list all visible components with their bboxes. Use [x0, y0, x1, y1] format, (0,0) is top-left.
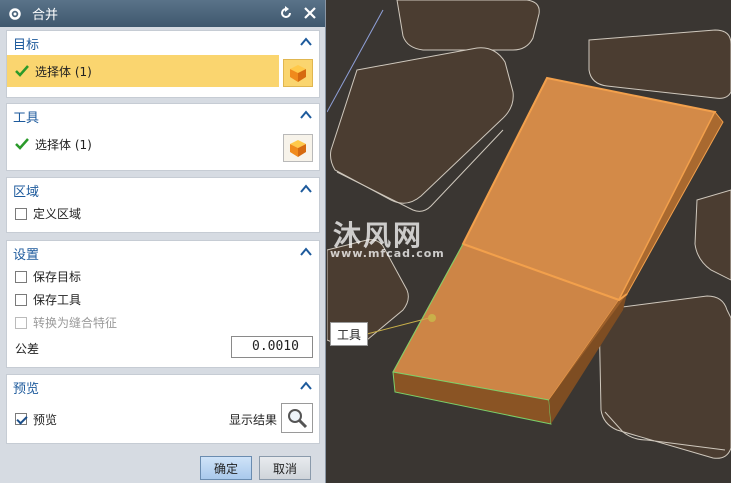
dialog-title: 合并	[32, 8, 59, 23]
gear-icon[interactable]	[6, 5, 24, 23]
tolerance-input[interactable]: 0.0010	[231, 336, 313, 358]
keep-tool-label: 保存工具	[33, 293, 82, 307]
watermark-url: www.mfcad.com	[330, 247, 445, 260]
checkmark-icon	[15, 138, 29, 150]
settings-section: 设置 保存目标 保存工具 转换为缝合特征 公差 0.0010	[6, 240, 320, 368]
preview-header-label: 预览	[13, 381, 40, 397]
tool-section: 工具 选择体 (1)	[6, 103, 320, 171]
region-section: 区域 定义区域	[6, 177, 320, 233]
show-result-label: 显示结果	[228, 412, 277, 427]
tool-select-row[interactable]: 选择体 (1)	[7, 128, 319, 160]
dialog-titlebar[interactable]: 合并	[0, 0, 325, 27]
define-region-checkbox[interactable]	[15, 207, 27, 220]
preview-label: 预览	[33, 412, 58, 427]
preview-checkbox[interactable]	[15, 413, 27, 425]
tool-select-label: 选择体 (1)	[35, 137, 92, 152]
target-select-label: 选择体 (1)	[35, 64, 92, 79]
keep-target-row[interactable]: 保存目标	[7, 265, 319, 288]
target-select-row[interactable]: 选择体 (1)	[7, 55, 279, 87]
keep-target-checkbox[interactable]	[15, 270, 27, 283]
settings-header[interactable]: 设置	[7, 241, 319, 265]
select-body-button[interactable]	[283, 59, 313, 87]
region-header-label: 区域	[13, 184, 40, 200]
chevron-up-icon[interactable]	[299, 245, 313, 259]
preview-section: 预览 预览 显示结果	[6, 374, 320, 444]
background-tile	[396, 0, 540, 51]
convert-seam-label: 转换为缝合特征	[33, 316, 118, 330]
preview-row: 预览 显示结果	[7, 399, 319, 439]
select-body-button[interactable]	[283, 134, 313, 162]
target-header[interactable]: 目标	[7, 31, 319, 55]
convert-seam-row: 转换为缝合特征	[7, 311, 319, 334]
preview-header[interactable]: 预览	[7, 375, 319, 399]
tool-handle-dot[interactable]	[428, 314, 436, 322]
target-header-label: 目标	[13, 37, 40, 53]
tool-tag: 工具	[330, 322, 369, 346]
convert-seam-checkbox	[15, 316, 27, 329]
keep-tool-checkbox[interactable]	[15, 293, 27, 306]
tool-header-label: 工具	[13, 110, 40, 126]
checkmark-icon	[15, 65, 29, 77]
cube-icon	[290, 65, 306, 82]
define-region-label: 定义区域	[33, 207, 82, 221]
tolerance-label: 公差	[15, 341, 40, 356]
target-section: 目标 选择体 (1)	[6, 30, 320, 98]
settings-header-label: 设置	[13, 247, 40, 263]
chevron-up-icon[interactable]	[299, 35, 313, 49]
tolerance-row: 公差 0.0010	[7, 334, 319, 362]
tool-header[interactable]: 工具	[7, 104, 319, 128]
reset-icon[interactable]	[277, 4, 295, 22]
chevron-up-icon[interactable]	[299, 108, 313, 122]
show-result-button[interactable]	[281, 403, 313, 433]
cancel-button[interactable]: 取消	[259, 456, 311, 480]
magnifier-icon	[288, 409, 308, 429]
keep-tool-row[interactable]: 保存工具	[7, 288, 319, 311]
unite-dialog: 合并 目标 选择体 (1) 工具 选择体 (1) 区域 定义区域 设置 保存目标…	[0, 0, 326, 483]
close-icon[interactable]	[301, 4, 319, 22]
chevron-up-icon[interactable]	[299, 182, 313, 196]
define-region-row[interactable]: 定义区域	[7, 202, 319, 225]
keep-target-label: 保存目标	[33, 270, 82, 284]
cube-icon	[290, 140, 306, 157]
ok-button[interactable]: 确定	[200, 456, 252, 480]
chevron-up-icon[interactable]	[299, 379, 313, 393]
region-header[interactable]: 区域	[7, 178, 319, 202]
